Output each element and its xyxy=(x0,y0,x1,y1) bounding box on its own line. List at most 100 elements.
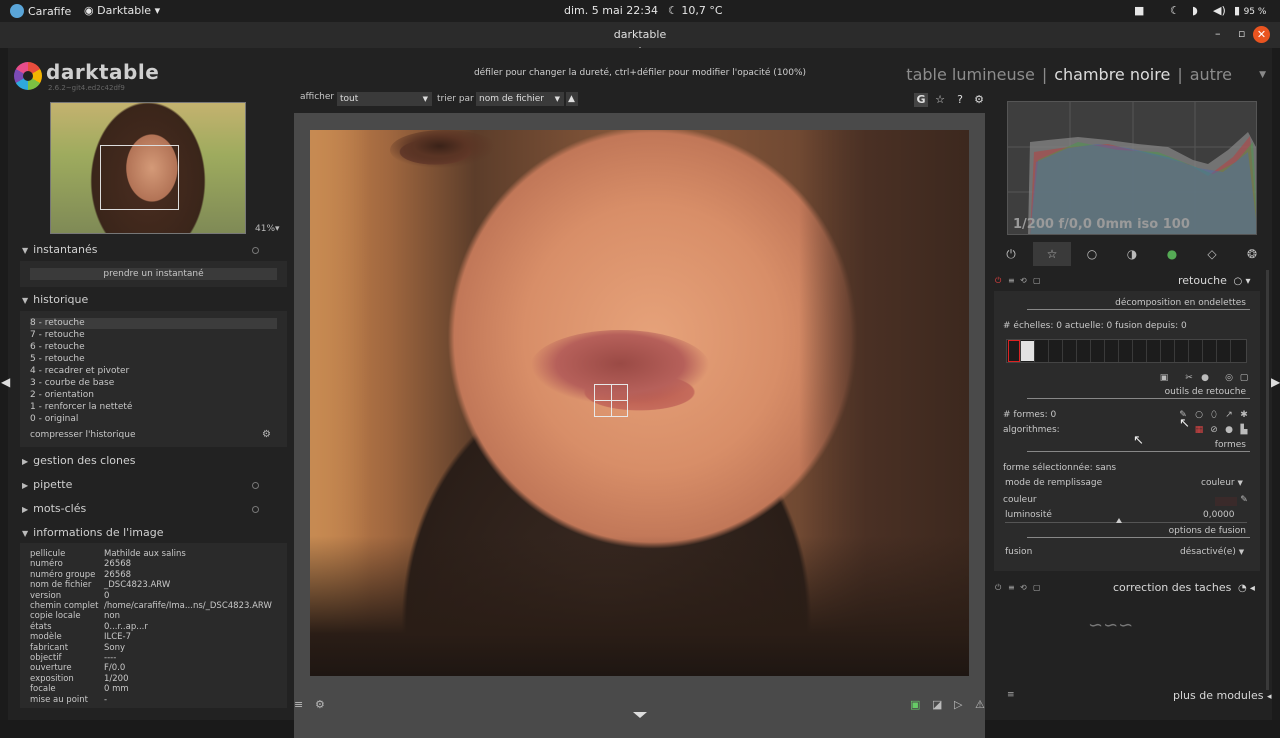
module-title-spot-removal[interactable]: correction des taches ◔ ◂ xyxy=(1113,581,1255,594)
sort-order-icon[interactable]: ▲ xyxy=(566,92,578,106)
section-history[interactable]: ▼ historique xyxy=(22,293,88,306)
overexposed-icon[interactable]: ◪ xyxy=(932,698,942,711)
wavelet-scale-bar[interactable] xyxy=(1006,339,1247,363)
module-title-retouch[interactable]: retouche ○ ▾ xyxy=(1178,274,1250,287)
color-group-icon[interactable]: ● xyxy=(1163,247,1181,261)
history-item[interactable]: 0 - original xyxy=(30,414,277,425)
color-assessment-icon[interactable]: ▣ xyxy=(910,698,920,711)
tone-group-icon[interactable]: ◑ xyxy=(1123,247,1141,261)
view-lighttable[interactable]: table lumineuse xyxy=(906,65,1035,84)
info-key: fabricant xyxy=(30,642,69,653)
section-clones[interactable]: ▶ gestion des clones xyxy=(22,454,136,467)
preferences-gear-icon[interactable]: ⚙ xyxy=(972,93,986,107)
bottom-panel-toggle-icon[interactable] xyxy=(633,712,647,718)
filmstrip-menu-icon[interactable]: ≡ xyxy=(294,698,303,711)
more-modules-button[interactable]: plus de modules ◂ xyxy=(1173,689,1271,702)
basic-group-circle-icon[interactable]: ○ xyxy=(1083,247,1101,261)
clock[interactable]: dim. 5 mai 22:34 xyxy=(564,4,658,17)
history-style-icon[interactable]: ⚙ xyxy=(262,429,271,440)
module-power-icon[interactable]: ⏻ xyxy=(995,583,1001,593)
history-item[interactable]: 4 - recadrer et pivoter xyxy=(30,366,277,377)
help-icon[interactable]: ? xyxy=(953,93,967,107)
reset-icon[interactable] xyxy=(252,482,259,489)
circle-shape-icon[interactable]: ○ xyxy=(1194,410,1204,420)
volume-icon[interactable]: ◀) xyxy=(1213,4,1226,17)
fill-mode-combo[interactable]: couleur ▼ xyxy=(1201,478,1243,488)
scale-selected-indicator[interactable] xyxy=(1021,341,1034,361)
history-item[interactable]: 1 - renforcer la netteté xyxy=(30,402,277,413)
effects-group-icon[interactable]: ❂ xyxy=(1243,247,1261,261)
merge-scale-icon[interactable]: ● xyxy=(1200,373,1210,383)
correct-group-icon[interactable]: ◇ xyxy=(1203,247,1221,261)
square-icon[interactable]: ■ xyxy=(1134,4,1144,17)
battery-indicator[interactable]: ▮ 95 % xyxy=(1234,4,1266,17)
right-panel-toggle-icon[interactable]: ▶ xyxy=(1271,375,1280,389)
views-dropdown-icon[interactable]: ▼ xyxy=(1259,70,1266,80)
app-launcher[interactable]: Carafife xyxy=(10,4,71,18)
display-wavelet-icon[interactable]: ▣ xyxy=(1159,373,1169,383)
preview-square-icon[interactable]: ▢ xyxy=(1239,373,1249,383)
maximize-button[interactable]: ▫ xyxy=(1238,27,1245,40)
reset-icon[interactable] xyxy=(252,506,259,513)
view-other[interactable]: autre xyxy=(1190,65,1232,84)
heal-algorithm-icon[interactable]: ⊘ xyxy=(1209,425,1219,435)
cut-scale-icon[interactable]: ✂ xyxy=(1184,373,1194,383)
history-item[interactable]: 6 - retouche xyxy=(30,342,277,353)
sort-combo[interactable]: nom de fichier ▼ xyxy=(476,92,564,106)
navigation-viewport-rect[interactable] xyxy=(100,145,179,210)
section-image-info[interactable]: ▼ informations de l'image xyxy=(22,526,163,539)
weather-indicator[interactable]: ☾ 10,7 °C xyxy=(668,4,723,17)
section-snapshots[interactable]: ▼ instantanés xyxy=(22,243,97,256)
history-item[interactable]: 8 - retouche xyxy=(30,318,277,329)
softproof-icon[interactable]: ▷ xyxy=(954,698,962,711)
ellipse-shape-icon[interactable]: ⬯ xyxy=(1209,410,1219,420)
color-picker-icon[interactable]: ✎ xyxy=(1239,495,1249,505)
minimize-button[interactable]: – xyxy=(1215,27,1221,40)
left-panel-toggle-icon[interactable]: ◀ xyxy=(1,375,10,389)
zoom-level[interactable]: 41%▾ xyxy=(255,224,280,234)
edited-photo[interactable] xyxy=(310,130,969,676)
selected-shape: forme sélectionnée: sans xyxy=(1003,463,1117,473)
section-pipette[interactable]: ▶ pipette xyxy=(22,478,72,491)
view-darkroom[interactable]: chambre noire xyxy=(1054,65,1170,84)
eye-icon[interactable]: ◎ xyxy=(1224,373,1234,383)
right-panel-scrollbar[interactable] xyxy=(1266,270,1269,690)
history-item[interactable]: 7 - retouche xyxy=(30,330,277,341)
reset-icon[interactable] xyxy=(252,247,259,254)
module-presets-icon[interactable]: ▢ xyxy=(1033,583,1041,592)
section-tags[interactable]: ▶ mots-clés xyxy=(22,502,86,515)
history-item[interactable]: 2 - orientation xyxy=(30,390,277,401)
history-item[interactable]: 3 - courbe de base xyxy=(30,378,277,389)
presets-icon[interactable]: ⚙ xyxy=(315,698,325,711)
blur-algorithm-icon[interactable]: ● xyxy=(1224,425,1234,435)
histogram[interactable] xyxy=(1007,101,1257,235)
module-reset-icon[interactable]: ⟲ xyxy=(1020,276,1027,285)
module-multiinstance-icon[interactable]: ≡ xyxy=(1008,583,1015,592)
module-multiinstance-icon[interactable]: ≡ xyxy=(1008,276,1015,285)
overlays-star-icon[interactable]: ☆ xyxy=(933,93,947,107)
history-item[interactable]: 5 - retouche xyxy=(30,354,277,365)
module-presets-icon[interactable]: ▢ xyxy=(1033,276,1041,285)
module-power-icon[interactable]: ⏻ xyxy=(995,276,1001,286)
module-list-icon[interactable]: ≡ xyxy=(1007,690,1015,700)
night-light-icon[interactable]: ☾ xyxy=(1170,4,1180,17)
brightness-slider[interactable] xyxy=(1005,522,1247,523)
fill-algorithm-icon[interactable]: ▙ xyxy=(1239,425,1249,435)
gamut-check-icon[interactable]: ⚠ xyxy=(975,698,985,711)
grouping-icon[interactable]: G xyxy=(914,93,928,107)
color-swatch[interactable] xyxy=(1215,497,1237,506)
close-button[interactable]: ✕ xyxy=(1253,26,1270,43)
brightness-slider-handle[interactable] xyxy=(1115,518,1122,523)
favorites-star-icon[interactable]: ☆ xyxy=(1043,247,1061,261)
wifi-icon[interactable]: ◗ xyxy=(1192,4,1198,17)
show-filter-combo[interactable]: tout ▼ xyxy=(337,92,432,106)
active-app-menu[interactable]: ◉ Darktable ▾ xyxy=(84,4,160,17)
brush-shape-icon[interactable]: ✱ xyxy=(1239,410,1249,420)
path-shape-icon[interactable]: ↗ xyxy=(1224,410,1234,420)
clone-algorithm-icon[interactable]: ▦ xyxy=(1194,425,1204,435)
take-snapshot-button[interactable]: prendre un instantané xyxy=(30,268,277,280)
power-icon[interactable]: ⏻ xyxy=(1002,247,1020,261)
module-reset-icon[interactable]: ⟲ xyxy=(1020,583,1027,592)
compress-history-button[interactable]: compresser l'historique xyxy=(30,430,277,441)
fusion-combo[interactable]: désactivé(e) ▼ xyxy=(1180,547,1244,557)
